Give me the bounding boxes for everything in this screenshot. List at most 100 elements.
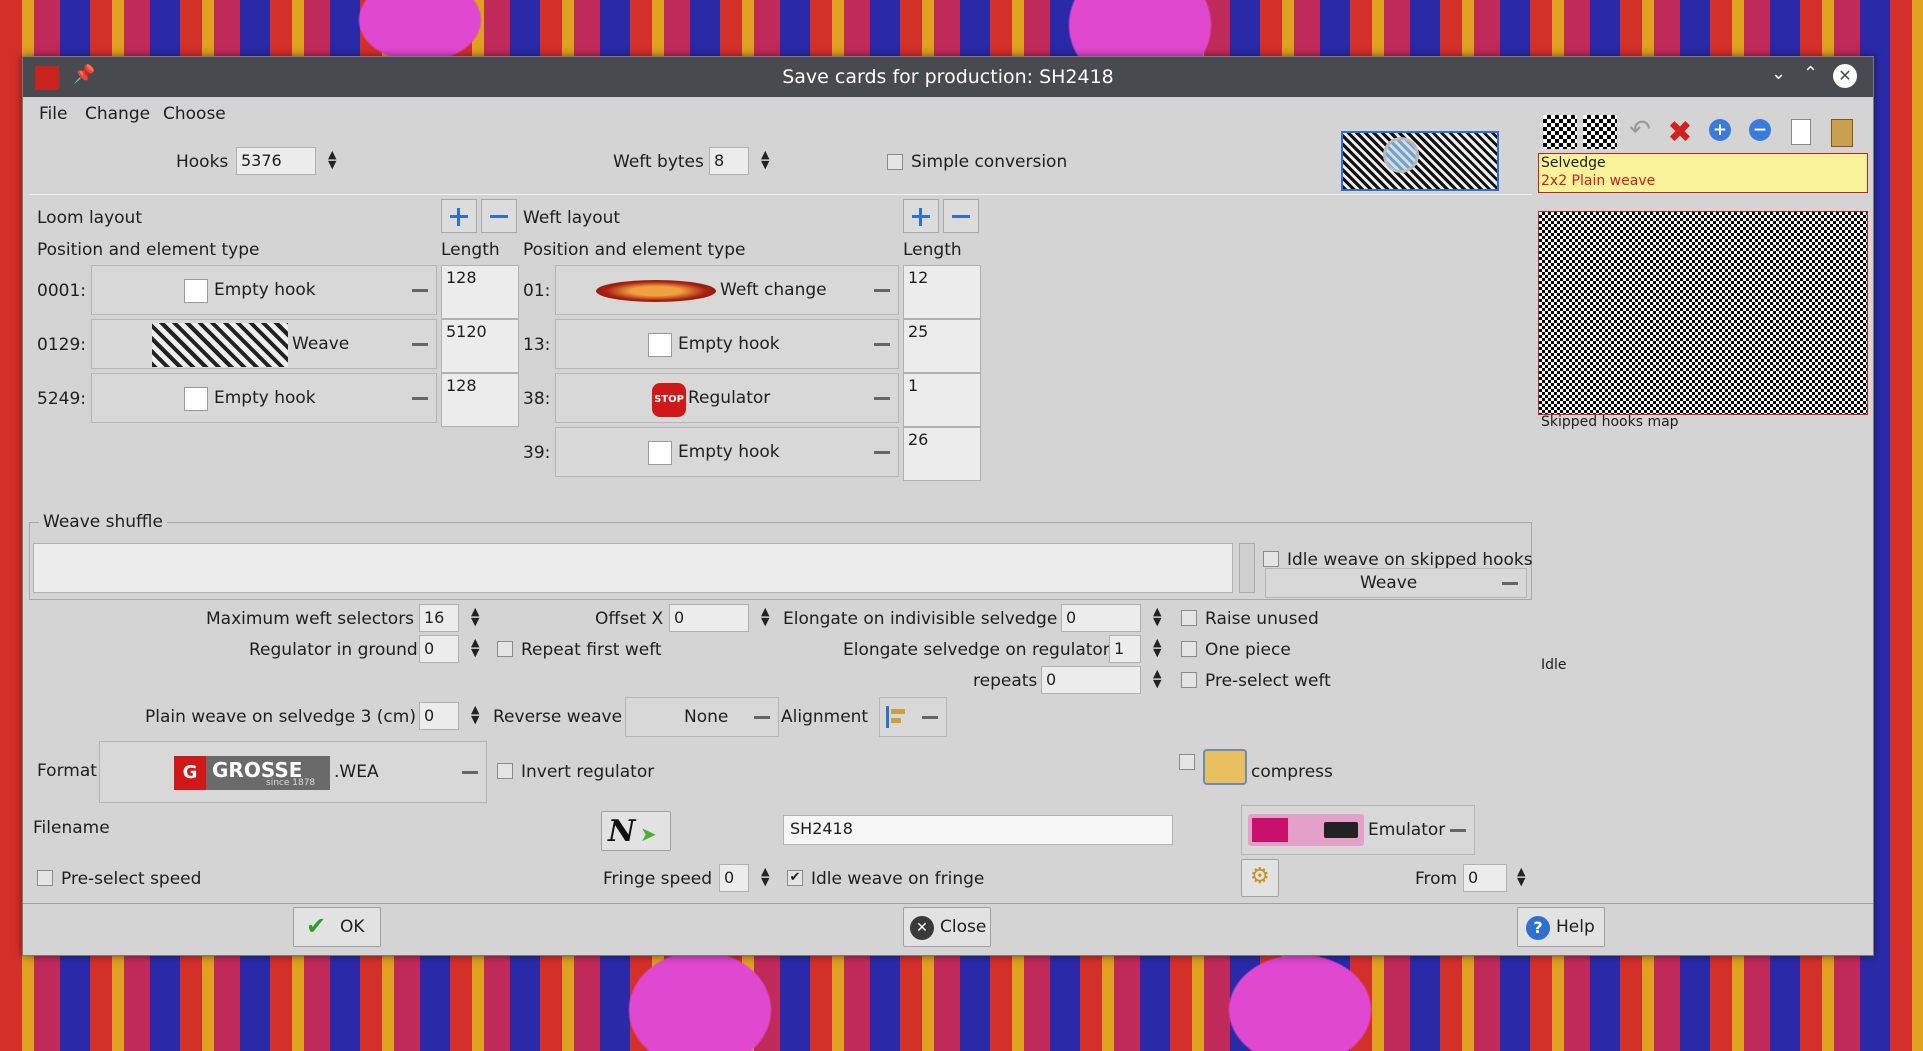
broom-icon: ⚙ <box>1250 864 1270 889</box>
clear-button[interactable]: ⚙ <box>1241 859 1279 897</box>
raise-unused-checkbox[interactable] <box>1181 610 1197 626</box>
weft-row-4-pos: 39: <box>523 443 551 463</box>
weft-row-2-length[interactable]: 25 <box>903 319 981 373</box>
hooks-input[interactable]: 5376 <box>236 147 316 175</box>
max-weft-selectors-label: Maximum weft selectors <box>206 609 415 629</box>
pattern-preview[interactable] <box>1341 131 1499 191</box>
one-piece-checkbox[interactable] <box>1181 641 1197 657</box>
filename-input[interactable]: SH2418 <box>783 815 1173 845</box>
offset-x-spinner[interactable]: ▲ ▼ <box>761 606 769 627</box>
weft-row-1-length[interactable]: 12 <box>903 265 981 319</box>
empty-hook-icon <box>648 333 672 357</box>
undo-icon[interactable]: ↶ <box>1623 115 1657 149</box>
format-label: Format <box>37 761 97 781</box>
one-piece-label: One piece <box>1205 640 1291 660</box>
simple-conversion-checkbox[interactable] <box>887 154 903 170</box>
loom-row-3-type[interactable]: Empty hook <box>91 373 437 423</box>
weft-bytes-input[interactable]: 8 <box>709 147 749 175</box>
from-spinner[interactable]: ▲ ▼ <box>1517 866 1525 887</box>
offset-x-input[interactable]: 0 <box>669 604 749 632</box>
max-weft-selectors-input[interactable]: 16 <box>419 604 459 632</box>
elongate-indivisible-input[interactable]: 0 <box>1061 604 1141 632</box>
reverse-weave-combo[interactable]: None <box>625 697 779 737</box>
regulator-ground-spinner[interactable]: ▲ ▼ <box>471 637 479 658</box>
elongate-regulator-input[interactable]: 1 <box>1109 635 1141 663</box>
idle-fringe-label: Idle weave on fringe <box>811 869 985 889</box>
selvedge-item[interactable]: 2x2 Plain weave <box>1541 173 1655 189</box>
delete-icon[interactable]: ✖ <box>1663 115 1697 150</box>
weft-row-4-length[interactable]: 26 <box>903 427 981 481</box>
emulator-device-icon <box>1248 814 1364 846</box>
zoom-out-icon[interactable]: − <box>1745 115 1779 149</box>
loom-row-2-length[interactable]: 5120 <box>441 319 519 373</box>
invert-regulator-checkbox[interactable] <box>497 763 513 779</box>
weft-bytes-spinner[interactable]: ▲ ▼ <box>761 149 769 170</box>
menu-file[interactable]: File <box>39 104 67 124</box>
hooks-label: Hooks <box>176 152 229 172</box>
weft-remove-button[interactable] <box>943 199 979 233</box>
from-input[interactable]: 0 <box>1463 864 1507 892</box>
loom-row-3-length[interactable]: 128 <box>441 373 519 427</box>
elongate-regulator-spinner[interactable]: ▲ ▼ <box>1153 637 1161 658</box>
plain-weave-input[interactable]: 0 <box>419 702 459 730</box>
export-checker-icon[interactable] <box>1583 115 1617 149</box>
empty-hook-icon <box>184 279 208 303</box>
regulator-ground-input[interactable]: 0 <box>419 635 459 663</box>
preselect-speed-label: Pre-select speed <box>61 869 202 889</box>
menu-choose[interactable]: Choose <box>163 104 226 124</box>
weave-combo[interactable]: Weave <box>1265 568 1527 598</box>
shuffle-scrollbar[interactable] <box>1239 543 1255 593</box>
auto-name-button[interactable]: N ➤ <box>601 811 671 851</box>
weft-row-1-type[interactable]: Weft change <box>555 265 899 315</box>
weft-row-4-type[interactable]: Empty hook <box>555 427 899 477</box>
weft-row-3-length[interactable]: 1 <box>903 373 981 427</box>
fringe-speed-input[interactable]: 0 <box>719 864 749 892</box>
preselect-weft-checkbox[interactable] <box>1181 672 1197 688</box>
weft-length-header: Length <box>903 240 962 260</box>
repeats-spinner[interactable]: ▲ ▼ <box>1153 668 1161 689</box>
idle-weave-skipped-label: Idle weave on skipped hooks <box>1287 550 1533 570</box>
emulator-combo[interactable]: Emulator <box>1241 805 1475 855</box>
empty-hook-icon <box>184 387 208 411</box>
menu-change[interactable]: Change <box>85 104 150 124</box>
loom-row-1-type[interactable]: Empty hook <box>91 265 437 315</box>
help-button[interactable]: ? Help <box>1517 907 1605 947</box>
elongate-indivisible-spinner[interactable]: ▲ ▼ <box>1153 606 1161 627</box>
compress-label: compress <box>1251 762 1333 782</box>
weft-add-button[interactable] <box>903 199 939 233</box>
maximize-icon[interactable]: ⌃ <box>1803 63 1818 84</box>
max-weft-selectors-spinner[interactable]: ▲ ▼ <box>471 606 479 627</box>
zoom-in-icon[interactable]: + <box>1705 115 1739 149</box>
idle-fringe-checkbox[interactable]: ✔ <box>787 870 803 886</box>
selvedge-pattern-preview[interactable] <box>1538 211 1868 415</box>
repeats-input[interactable]: 0 <box>1041 666 1141 694</box>
weft-row-3-type[interactable]: STOP Regulator <box>555 373 899 423</box>
minimize-icon[interactable]: ⌄ <box>1771 63 1786 84</box>
loom-position-header: Position and element type <box>37 240 260 260</box>
import-checker-icon[interactable] <box>1543 115 1577 149</box>
loom-row-2-type[interactable]: Weave <box>91 319 437 369</box>
ok-button[interactable]: ✔ OK <box>293 907 381 947</box>
compress-checkbox[interactable] <box>1179 754 1195 770</box>
hooks-spinner[interactable]: ▲ ▼ <box>328 149 336 170</box>
paste-icon[interactable] <box>1825 115 1859 149</box>
align-left-icon <box>886 706 908 728</box>
repeats-label: repeats <box>973 671 1038 691</box>
fringe-speed-spinner[interactable]: ▲ ▼ <box>761 866 769 887</box>
plain-weave-spinner[interactable]: ▲ ▼ <box>471 704 479 725</box>
format-combo[interactable]: G GROSSE since 1878 .WEA <box>99 741 487 803</box>
loom-row-1-length[interactable]: 128 <box>441 265 519 319</box>
repeat-first-weft-checkbox[interactable] <box>497 641 513 657</box>
selvedge-list[interactable]: Selvedge 2x2 Plain weave <box>1538 153 1868 193</box>
weft-row-2-type[interactable]: Empty hook <box>555 319 899 369</box>
preselect-speed-checkbox[interactable] <box>37 870 53 886</box>
loom-remove-button[interactable] <box>481 199 517 233</box>
loom-add-button[interactable] <box>441 199 477 233</box>
alignment-combo[interactable] <box>879 697 947 737</box>
weave-shuffle-input[interactable] <box>33 543 1233 593</box>
close-button[interactable]: ✕ Close <box>903 907 991 947</box>
skipped-hooks-map-label: Skipped hooks map <box>1541 414 1679 430</box>
close-window-icon[interactable]: ✕ <box>1833 64 1857 88</box>
idle-weave-skipped-checkbox[interactable] <box>1263 551 1279 567</box>
copy-icon[interactable] <box>1785 115 1819 149</box>
